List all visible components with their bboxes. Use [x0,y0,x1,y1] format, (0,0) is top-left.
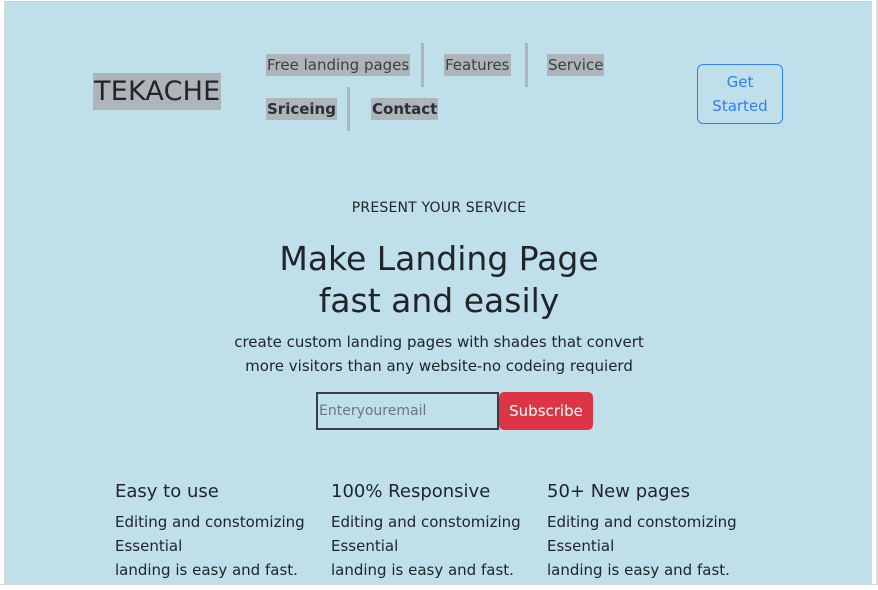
hero-headline-line1: Make Landing Page [279,239,599,278]
feature-title: 50+ New pages [547,481,691,502]
feature-text-line: Editing and constomizing [547,513,737,531]
feature-text-line: Essential [331,537,399,555]
nav-link-sriceing[interactable]: Sriceing [266,98,337,120]
nav-link-contact[interactable]: Contact [371,98,439,120]
feature-text-line: landing is easy and fast. [547,561,730,579]
get-started-label-line2: Started [712,97,768,115]
feature-text-line: Essential [547,537,615,555]
feature-text: Editing and constomizing Essential landi… [547,510,757,582]
email-input[interactable] [316,392,499,430]
feature-new-pages: 50+ New pages Editing and constomizing E… [547,480,757,582]
feature-title: Easy to use [115,481,219,502]
feature-text-line: Editing and constomizing [115,513,305,531]
feature-text-line: Editing and constomizing [331,513,521,531]
feature-text-line: Essential [115,537,183,555]
feature-text-line: landing is easy and fast. [115,561,298,579]
nav-divider [525,43,528,87]
feature-title: 100% Responsive [331,481,491,502]
hero-subtext-line2: more visitors than any website-no codein… [245,357,633,375]
hero-eyebrow: PRESENT YOUR SERVICE [351,200,527,216]
hero-subtext: create custom landing pages with shades … [5,330,873,378]
nav-link-free-landing-pages[interactable]: Free landing pages [266,54,411,76]
get-started-label-line1: Get [726,73,754,91]
nav-divider [347,87,350,131]
brand-logo[interactable]: TEKACHE [93,73,222,110]
hero-headline-line2: fast and easily [318,281,560,320]
feature-text: Editing and constomizing Essential landi… [331,510,541,582]
get-started-button[interactable]: Get Started [697,64,783,124]
feature-easy-to-use: Easy to use Editing and constomizing Ess… [115,480,325,582]
nav-divider [421,43,424,87]
nav-link-features[interactable]: Features [444,54,511,76]
feature-responsive: 100% Responsive Editing and constomizing… [331,480,541,582]
hero-headline: Make Landing Page fast and easily [5,238,873,322]
landing-page: TEKACHE Free landing pages Features Serv… [4,1,873,585]
nav-link-service[interactable]: Service [547,54,605,76]
feature-text: Editing and constomizing Essential landi… [115,510,325,582]
hero-subtext-line1: create custom landing pages with shades … [234,333,644,351]
window-bottom-edge [0,584,878,590]
feature-text-line: landing is easy and fast. [331,561,514,579]
subscribe-button[interactable]: Subscribe [499,392,593,430]
